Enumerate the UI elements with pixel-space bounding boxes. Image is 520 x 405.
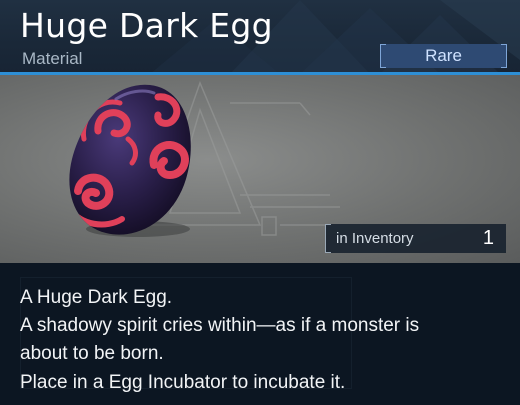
item-header: Huge Dark Egg Material Rare: [0, 0, 520, 74]
inventory-count-box: in Inventory 1: [325, 224, 506, 253]
item-description: A Huge Dark Egg. A shadowy spirit cries …: [0, 263, 520, 405]
description-line: Place in a Egg Incubator to incubate it.: [20, 372, 346, 393]
description-line: A Huge Dark Egg.: [20, 287, 173, 308]
item-tooltip: Huge Dark Egg Material Rare in Inventory…: [0, 0, 520, 405]
inventory-label: in Inventory: [336, 230, 414, 247]
description-line: about to be born.: [20, 343, 164, 364]
item-title: Huge Dark Egg: [20, 6, 273, 45]
item-category: Material: [22, 49, 83, 68]
egg-icon: [69, 84, 191, 237]
rarity-badge: Rare: [380, 44, 507, 68]
inventory-count: 1: [482, 227, 494, 249]
description-line: A shadowy spirit cries within—as if a mo…: [20, 315, 420, 336]
